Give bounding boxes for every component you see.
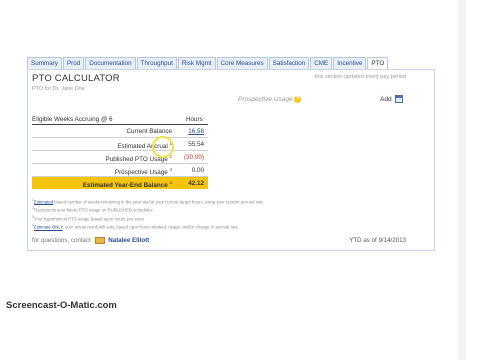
tab-bar: Summary Prod Documentation Throughput Ri… (27, 57, 389, 69)
footnote-1: 1Estimated based number of weeks remaini… (32, 198, 264, 205)
estimated-accrual-value: 55.54 (188, 141, 204, 148)
table-row: Published PTO Usage 2 (30.00) (32, 151, 208, 164)
table-row: Estimated Accrual 1 55.54 (32, 138, 208, 151)
tab-core-measures[interactable]: Core Measures (216, 57, 268, 69)
contact-link[interactable]: Natalee Elliott (108, 237, 149, 244)
footnote-4: 4Estimate ONLY, your actual result will … (32, 223, 238, 230)
update-note: this section updated every pay period (314, 74, 406, 80)
ytd-date: YTD as of 9/14/2013 (349, 237, 406, 244)
tab-risk-mgmt[interactable]: Risk Mgmt (177, 57, 216, 69)
tab-documentation[interactable]: Documentation (85, 57, 136, 69)
tab-satisfaction[interactable]: Satisfaction (268, 57, 310, 69)
scrollbar[interactable] (458, 0, 466, 360)
calendar-icon[interactable] (395, 95, 403, 103)
row-label-year-end-balance: Estimated Year-End Balance 4 (82, 180, 172, 190)
prospective-usage-value: 0.00 (191, 167, 204, 174)
year-end-balance-value: 42.12 (188, 180, 204, 187)
add-link[interactable]: Add (380, 96, 392, 103)
pto-table: Current Balance 16.58 Estimated Accrual … (32, 124, 208, 189)
tab-prod[interactable]: Prod (62, 57, 85, 69)
footnote-3: 3Your hypothetical PTO usage based upon … (32, 214, 145, 222)
tab-throughput[interactable]: Throughput (136, 57, 177, 69)
mail-icon[interactable] (94, 237, 105, 244)
table-row: Current Balance 16.58 (32, 125, 208, 138)
hours-column-header: Hours (186, 116, 203, 123)
table-row: Prospective Usage 3 0.00 (32, 164, 208, 177)
eligible-weeks-label: Eligible Weeks Accruing @ 6 (32, 116, 113, 123)
total-row: Estimated Year-End Balance 4 42.12 (32, 177, 208, 189)
prospective-usage-label: Prospective Usage (238, 96, 293, 103)
current-balance-value[interactable]: 16.58 (188, 128, 204, 135)
page-title: PTO CALCULATOR (32, 73, 120, 84)
tab-pto[interactable]: PTO (367, 57, 389, 69)
screen: Summary Prod Documentation Throughput Ri… (0, 0, 480, 360)
cursor-highlight (152, 136, 174, 158)
row-label-current-balance: Current Balance (126, 128, 172, 135)
row-label-prospective-usage: Prospective Usage 3 (114, 167, 172, 177)
pto-calculator-panel: PTO CALCULATOR PTO for Dr. Jane Doe this… (27, 69, 435, 251)
watermark: Screencast-O-Matic.com (6, 300, 117, 311)
tab-incentive[interactable]: Incentive (333, 57, 367, 69)
tab-summary[interactable]: Summary (27, 57, 62, 69)
tab-cme[interactable]: CME (310, 57, 333, 69)
contact-line: for questions, contact Natalee Elliott (32, 237, 150, 245)
question-icon[interactable]: ? (294, 96, 301, 103)
published-pto-usage-value: (30.00) (184, 154, 204, 161)
footnotes: 1Estimated based number of weeks remaini… (32, 197, 263, 231)
page-subtitle: PTO for Dr. Jane Doe (32, 86, 85, 92)
footnote-2: 2Represents your future PTO usage on PUB… (32, 206, 153, 213)
